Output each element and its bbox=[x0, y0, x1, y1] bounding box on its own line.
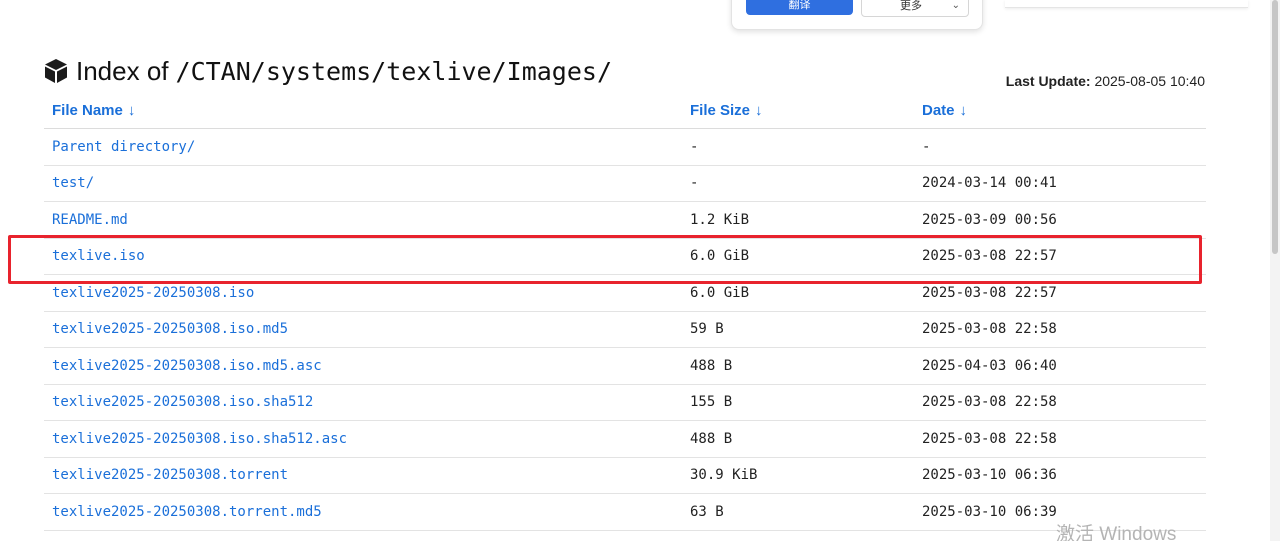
file-size: 155 B bbox=[682, 384, 914, 421]
file-date: 2024-03-14 00:41 bbox=[914, 165, 1206, 202]
translate-popup: 翻译 更多 ⌄ bbox=[731, 0, 983, 30]
file-link[interactable]: texlive2025-20250308.torrent.md5 bbox=[44, 493, 682, 531]
file-link[interactable]: README.md bbox=[44, 201, 682, 239]
file-date: 2025-04-03 06:40 bbox=[914, 347, 1206, 385]
file-link[interactable]: texlive.iso bbox=[44, 238, 682, 275]
column-header-file-name[interactable]: File Name ↓ bbox=[44, 92, 682, 129]
table-row: README.md 1.2 KiB 2025-03-09 00:56 bbox=[44, 201, 1206, 239]
package-box-icon bbox=[45, 59, 67, 83]
side-panel-edge bbox=[1005, 0, 1248, 8]
table-row: texlive2025-20250308.iso 6.0 GiB 2025-03… bbox=[44, 274, 1206, 312]
last-update: Last Update: 2025-08-05 10:40 bbox=[1006, 73, 1205, 89]
file-link[interactable]: texlive2025-20250308.iso.sha512.asc bbox=[44, 420, 682, 458]
file-link[interactable]: texlive2025-20250308.iso.sha512 bbox=[44, 384, 682, 421]
table-row: texlive2025-20250308.iso.md5.asc 488 B 2… bbox=[44, 347, 1206, 385]
more-button-label: 更多 bbox=[900, 0, 922, 12]
table-row: texlive2025-20250308.iso.sha512.asc 488 … bbox=[44, 420, 1206, 458]
table-row: texlive2025-20250308.torrent.md5 63 B 20… bbox=[44, 493, 1206, 531]
file-link[interactable]: texlive2025-20250308.iso.md5.asc bbox=[44, 347, 682, 385]
file-link[interactable]: Parent directory/ bbox=[44, 128, 682, 166]
file-size: 488 B bbox=[682, 347, 914, 385]
file-date: 2025-03-08 22:58 bbox=[914, 384, 1206, 421]
table-header-row: File Name ↓ File Size ↓ Date ↓ bbox=[44, 92, 1206, 129]
file-size: 1.2 KiB bbox=[682, 201, 914, 239]
file-size: 488 B bbox=[682, 420, 914, 458]
file-size: - bbox=[682, 165, 914, 202]
windows-activation-watermark: 激活 Windows bbox=[1056, 524, 1177, 541]
table-row: texlive2025-20250308.iso.md5 59 B 2025-0… bbox=[44, 311, 1206, 348]
file-link[interactable]: texlive2025-20250308.torrent bbox=[44, 457, 682, 494]
file-link[interactable]: texlive2025-20250308.iso.md5 bbox=[44, 311, 682, 348]
page-title: Index of /CTAN/systems/texlive/Images/ bbox=[44, 54, 612, 88]
sort-arrow-icon: ↓ bbox=[959, 101, 968, 119]
file-date: - bbox=[914, 128, 1206, 166]
translate-button-label: 翻译 bbox=[788, 0, 811, 11]
scrollbar-thumb[interactable] bbox=[1272, 0, 1278, 254]
sort-arrow-icon: ↓ bbox=[127, 101, 136, 119]
column-header-label: File Name bbox=[52, 101, 123, 119]
column-header-file-size[interactable]: File Size ↓ bbox=[682, 92, 914, 129]
column-header-date[interactable]: Date ↓ bbox=[914, 92, 1206, 129]
file-date: 2025-03-09 00:56 bbox=[914, 201, 1206, 239]
file-size: 59 B bbox=[682, 311, 914, 348]
title-path: /CTAN/systems/texlive/Images/ bbox=[175, 56, 613, 86]
last-update-label: Last Update: bbox=[1005, 73, 1091, 89]
file-listing-table: File Name ↓ File Size ↓ Date ↓ Parent direc… bbox=[44, 92, 1206, 531]
column-header-label: File Size bbox=[690, 101, 751, 119]
file-date: 2025-03-08 22:58 bbox=[914, 311, 1206, 348]
file-date: 2025-03-08 22:57 bbox=[914, 238, 1206, 275]
file-link[interactable]: texlive2025-20250308.iso bbox=[44, 274, 682, 312]
file-link[interactable]: test/ bbox=[44, 165, 682, 202]
sort-arrow-icon: ↓ bbox=[755, 101, 763, 119]
title-prefix: Index of bbox=[76, 55, 169, 86]
file-size: 30.9 KiB bbox=[682, 457, 914, 494]
file-date: 2025-03-08 22:57 bbox=[914, 274, 1206, 312]
table-row: texlive2025-20250308.iso.sha512 155 B 20… bbox=[44, 384, 1206, 421]
file-date: 2025-03-08 22:58 bbox=[914, 420, 1206, 458]
file-size: 6.0 GiB bbox=[682, 274, 914, 312]
last-update-value: 2025-08-05 10:40 bbox=[1094, 73, 1205, 89]
table-row: test/ - 2024-03-14 00:41 bbox=[44, 165, 1206, 202]
chevron-down-icon: ⌄ bbox=[951, 0, 960, 11]
translate-button[interactable]: 翻译 bbox=[746, 0, 853, 15]
page-scrollbar[interactable] bbox=[1270, 0, 1280, 541]
column-header-label: Date bbox=[922, 101, 955, 119]
file-size: 63 B bbox=[682, 493, 914, 531]
file-size: 6.0 GiB bbox=[682, 238, 914, 275]
table-row: texlive.iso 6.0 GiB 2025-03-08 22:57 bbox=[44, 238, 1206, 275]
file-size: - bbox=[682, 128, 914, 166]
file-date: 2025-03-10 06:36 bbox=[914, 457, 1206, 494]
more-button[interactable]: 更多 ⌄ bbox=[861, 0, 969, 17]
table-row: Parent directory/ - - bbox=[44, 128, 1206, 166]
table-row: texlive2025-20250308.torrent 30.9 KiB 20… bbox=[44, 457, 1206, 494]
